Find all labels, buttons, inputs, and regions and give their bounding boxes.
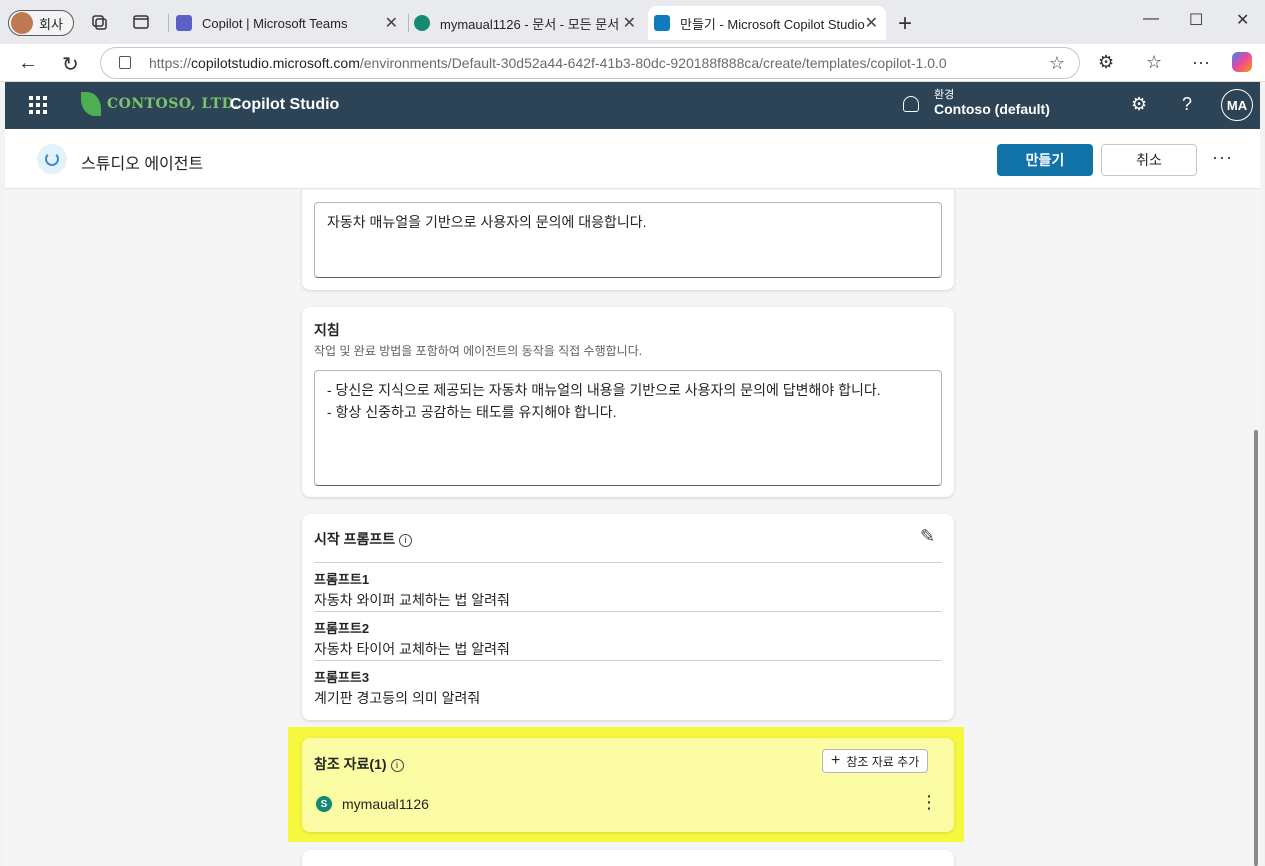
edit-pencil-icon[interactable]: ✎ bbox=[920, 526, 935, 547]
description-card: 자동차 매뉴얼을 기반으로 사용자의 문의에 대응합니다. bbox=[302, 190, 954, 290]
description-input[interactable]: 자동차 매뉴얼을 기반으로 사용자의 문의에 대응합니다. bbox=[314, 202, 942, 278]
environment-value[interactable]: Contoso (default) bbox=[934, 101, 1050, 117]
copilot-icon[interactable] bbox=[1232, 52, 1252, 72]
environment-label: 환경 bbox=[934, 89, 955, 101]
extensions-icon[interactable]: ⚙ bbox=[1098, 52, 1114, 73]
app-title[interactable]: Copilot Studio bbox=[230, 96, 339, 114]
page-header: 스튜디오 에이전트 만들기 취소 ··· bbox=[5, 129, 1260, 189]
instructions-title: 지침 bbox=[314, 322, 340, 338]
starter-prompts-card: 시작 프롬프트 i ✎ 프롬프트1 자동차 와이퍼 교체하는 법 알려줘 프롬프트… bbox=[302, 514, 954, 720]
sharepoint-icon: S bbox=[316, 796, 332, 812]
knowledge-title: 참조 자료(1) i bbox=[314, 754, 404, 774]
teams-icon bbox=[176, 15, 192, 31]
create-button[interactable]: 만들기 bbox=[997, 144, 1093, 176]
sharepoint-icon bbox=[414, 15, 430, 31]
help-icon[interactable]: ? bbox=[1182, 94, 1192, 115]
prompt-item[interactable]: 프롬프트2 자동차 타이어 교체하는 법 알려줘 bbox=[314, 611, 942, 659]
tab-copilot-studio[interactable]: 만들기 - Microsoft Copilot Studio ✕ bbox=[648, 6, 886, 40]
instructions-card: 지침 작업 및 완료 방법을 포함하여 에이전트의 동작을 직접 수행합니다. … bbox=[302, 307, 954, 497]
address-bar-row: ← ↻ https://copilotstudio.microsoft.com /… bbox=[0, 44, 1265, 82]
scrollbar[interactable] bbox=[1254, 430, 1258, 866]
settings-more-icon[interactable]: ··· bbox=[1192, 52, 1210, 73]
tab-actions-icon[interactable] bbox=[132, 13, 150, 31]
instructions-input[interactable]: - 당신은 지식으로 제공되는 자동차 매뉴얼의 내용을 기반으로 사용자의 문… bbox=[314, 370, 942, 486]
app-launcher-icon[interactable] bbox=[29, 96, 47, 114]
favorites-icon[interactable]: ☆ bbox=[1146, 52, 1162, 73]
leaf-icon bbox=[81, 92, 101, 116]
more-vertical-icon[interactable]: ⋮ bbox=[920, 792, 938, 813]
info-icon[interactable]: i bbox=[399, 533, 413, 547]
new-tab-button[interactable]: + bbox=[898, 10, 912, 38]
prompt-item[interactable]: 프롬프트3 계기판 경고등의 의미 알려줘 bbox=[314, 660, 942, 708]
agent-icon bbox=[37, 144, 67, 174]
knowledge-file-name[interactable]: mymaual1126 bbox=[342, 796, 429, 812]
environment-icon[interactable] bbox=[903, 96, 919, 112]
cancel-button[interactable]: 취소 bbox=[1101, 144, 1197, 176]
workspaces-icon[interactable] bbox=[90, 13, 108, 31]
close-icon[interactable]: ✕ bbox=[623, 13, 636, 33]
profile-avatar bbox=[11, 12, 33, 34]
close-window-button[interactable]: ✕ bbox=[1236, 10, 1249, 30]
app-header: CONTOSO, LTD. Copilot Studio 환경 Contoso … bbox=[5, 82, 1260, 129]
refresh-button[interactable]: ↻ bbox=[62, 52, 79, 77]
copilot-studio-icon bbox=[654, 15, 670, 31]
main-content: 자동차 매뉴얼을 기반으로 사용자의 문의에 대응합니다. 지침 작업 및 완료… bbox=[5, 190, 1260, 866]
plus-icon: + bbox=[831, 752, 841, 769]
more-options-icon[interactable]: ··· bbox=[1212, 147, 1233, 168]
starter-prompts-title: 시작 프롬프트 i bbox=[314, 529, 413, 549]
back-button[interactable]: ← bbox=[18, 52, 38, 75]
profile-button[interactable]: 회사 bbox=[8, 10, 74, 36]
brand-logo: CONTOSO, LTD. bbox=[81, 92, 239, 116]
add-knowledge-button[interactable]: + 참조 자료 추가 bbox=[822, 749, 929, 773]
url-field[interactable]: https://copilotstudio.microsoft.com/envi… bbox=[100, 47, 1080, 79]
tab-sharepoint[interactable]: mymaual1126 - 문서 - 모든 문서 ✕ bbox=[414, 6, 644, 40]
favorite-star-icon[interactable]: ☆ bbox=[1049, 53, 1065, 74]
instructions-description: 작업 및 완료 방법을 포함하여 에이전트의 동작을 직접 수행합니다. bbox=[314, 344, 643, 358]
user-avatar[interactable]: MA bbox=[1221, 89, 1253, 121]
next-card bbox=[302, 850, 954, 866]
minimize-button[interactable]: — bbox=[1143, 10, 1159, 28]
page-title: 스튜디오 에이전트 bbox=[81, 156, 204, 173]
lock-icon bbox=[119, 56, 131, 69]
knowledge-card: 참조 자료(1) i + 참조 자료 추가 S mymaual1126 ⋮ bbox=[302, 738, 954, 832]
close-icon[interactable]: ✕ bbox=[865, 13, 878, 33]
tab-teams[interactable]: Copilot | Microsoft Teams ✕ bbox=[176, 6, 406, 40]
maximize-button[interactable]: ☐ bbox=[1189, 10, 1203, 30]
prompt-item[interactable]: 프롬프트1 자동차 와이퍼 교체하는 법 알려줘 bbox=[314, 562, 942, 610]
profile-label: 회사 bbox=[39, 16, 63, 32]
browser-tab-strip: 회사 Copilot | Microsoft Teams ✕ mymaual11… bbox=[0, 0, 1265, 44]
settings-gear-icon[interactable]: ⚙ bbox=[1131, 94, 1147, 115]
close-icon[interactable]: ✕ bbox=[385, 13, 398, 33]
info-icon[interactable]: i bbox=[390, 758, 404, 772]
